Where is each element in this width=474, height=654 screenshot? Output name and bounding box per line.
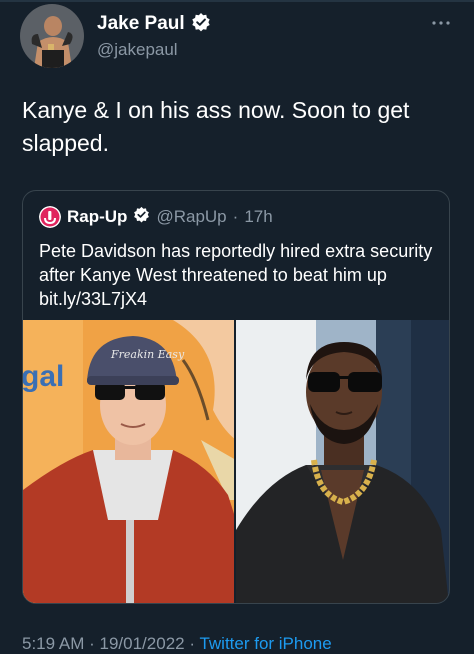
tweet-date: 19/01/2022: [99, 634, 185, 653]
quoted-tweet-card[interactable]: Rap-Up @RapUp · 17h Pete Davidson has re…: [22, 190, 450, 604]
footer-separator: ·: [189, 634, 196, 653]
quoted-separator: ·: [232, 207, 239, 226]
quoted-timestamp: 17h: [244, 207, 273, 226]
tweet: Jake Paul @jakepaul Kanye & I on his ass…: [0, 0, 474, 653]
tweet-text: Kanye & I on his ass now. Soon to get sl…: [22, 97, 410, 156]
author-avatar[interactable]: [20, 4, 84, 68]
quoted-tweet-media[interactable]: gal Freakin Easy: [23, 320, 449, 603]
quoted-tweet-body: Pete Davidson has reportedly hired extra…: [39, 241, 433, 285]
quoted-author-avatar: [39, 206, 61, 228]
quoted-author-display-name: Rap-Up: [67, 207, 128, 226]
tweet-source-link[interactable]: Twitter for iPhone: [199, 634, 331, 653]
background-sign-text: gal: [23, 360, 64, 393]
photo-pete-davidson: gal Freakin Easy: [23, 320, 236, 603]
quoted-author-handle: @RapUp: [156, 207, 227, 226]
cap-embroidery-text: Freakin Easy: [110, 348, 185, 361]
verified-badge-icon: [133, 206, 150, 228]
verified-badge-icon: [191, 12, 211, 37]
author-info: Jake Paul @jakepaul: [97, 12, 211, 60]
quoted-tweet-text: Pete Davidson has reportedly hired extra…: [39, 239, 439, 311]
top-divider: [0, 0, 474, 2]
tweet-metadata: 5:19 AM · 19/01/2022 · Twitter for iPhon…: [22, 634, 332, 654]
author-handle[interactable]: @jakepaul: [97, 40, 211, 60]
quoted-tweet-link[interactable]: bit.ly/33L7jX4: [39, 289, 147, 309]
tweet-time: 5:19 AM: [22, 634, 85, 653]
footer-separator: ·: [89, 634, 95, 653]
photo-kanye-west: [236, 320, 449, 603]
quoted-tweet-header: Rap-Up @RapUp · 17h: [39, 205, 273, 229]
more-horizontal-icon[interactable]: [430, 16, 452, 28]
author-display-name[interactable]: Jake Paul: [97, 13, 185, 35]
